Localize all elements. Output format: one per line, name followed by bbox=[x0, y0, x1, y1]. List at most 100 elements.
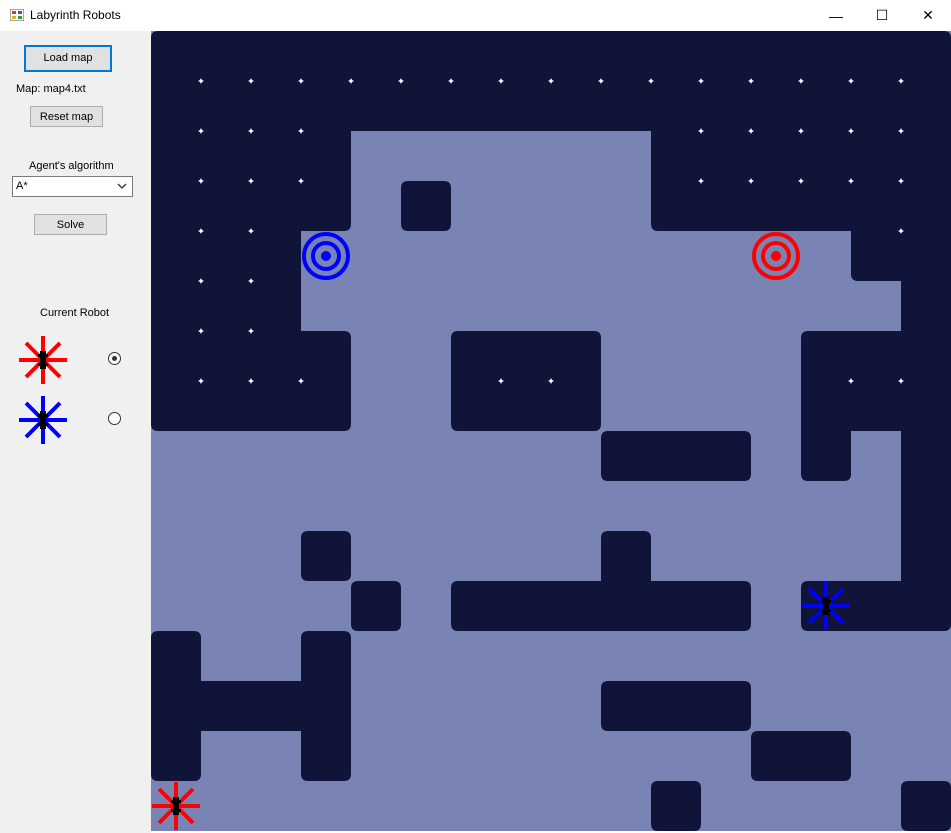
wall-cell bbox=[151, 31, 201, 81]
wall-cell bbox=[151, 81, 201, 131]
wall-cell bbox=[201, 131, 251, 181]
wall-cell bbox=[301, 731, 351, 781]
current-robot-label: Current Robot bbox=[40, 307, 110, 319]
algorithm-value: A* bbox=[16, 180, 28, 192]
wall-cell bbox=[501, 381, 551, 431]
map-name-label: Map: map4.txt bbox=[16, 83, 86, 95]
wall-cell bbox=[301, 381, 351, 431]
chevron-down-icon bbox=[117, 183, 127, 189]
wall-cell bbox=[851, 581, 901, 631]
algorithm-label: Agent's algorithm bbox=[29, 160, 114, 172]
wall-cell bbox=[701, 431, 751, 481]
wall-cell bbox=[651, 431, 701, 481]
wall-cell bbox=[851, 181, 901, 231]
wall-cell bbox=[351, 31, 401, 81]
wall-cell bbox=[201, 381, 251, 431]
wall-cell bbox=[801, 181, 851, 231]
wall-cell bbox=[251, 381, 301, 431]
maximize-icon: ☐ bbox=[875, 7, 889, 23]
close-button[interactable]: ✕ bbox=[905, 0, 951, 31]
wall-cell bbox=[451, 331, 501, 381]
wall-cell bbox=[301, 131, 351, 181]
robot-blue-radio[interactable] bbox=[108, 412, 121, 425]
labyrinth-map[interactable] bbox=[151, 31, 951, 831]
wall-cell bbox=[251, 131, 301, 181]
reset-map-button[interactable]: Reset map bbox=[30, 106, 103, 127]
window-title: Labyrinth Robots bbox=[30, 8, 121, 22]
wall-cell bbox=[901, 781, 951, 831]
wall-cell bbox=[251, 81, 301, 131]
wall-cell bbox=[301, 31, 351, 81]
wall-cell bbox=[401, 181, 451, 231]
wall-cell bbox=[901, 281, 951, 331]
wall-cell bbox=[601, 581, 651, 631]
solve-button[interactable]: Solve bbox=[34, 214, 107, 235]
wall-cell bbox=[251, 31, 301, 81]
wall-cell bbox=[601, 431, 651, 481]
wall-cell bbox=[901, 531, 951, 581]
wall-cell bbox=[901, 481, 951, 531]
wall-cell bbox=[651, 81, 701, 131]
wall-cell bbox=[601, 531, 651, 581]
blue-target-center bbox=[321, 251, 331, 261]
load-map-button[interactable]: Load map bbox=[24, 45, 112, 72]
wall-cell bbox=[401, 81, 451, 131]
wall-cell bbox=[901, 31, 951, 81]
wall-cell bbox=[701, 581, 751, 631]
wall-cell bbox=[151, 331, 201, 381]
wall-cell bbox=[201, 31, 251, 81]
wall-cell bbox=[751, 181, 801, 231]
wall-cell bbox=[701, 181, 751, 231]
wall-cell bbox=[301, 531, 351, 581]
wall-cell bbox=[901, 381, 951, 431]
wall-cell bbox=[701, 31, 751, 81]
wall-cell bbox=[601, 81, 651, 131]
wall-cell bbox=[551, 381, 601, 431]
red-robot-icon bbox=[19, 336, 67, 384]
wall-cell bbox=[251, 231, 301, 281]
wall-cell bbox=[251, 181, 301, 231]
wall-cell bbox=[651, 181, 701, 231]
red-robot-icon[interactable] bbox=[152, 782, 200, 830]
wall-cell bbox=[451, 381, 501, 431]
wall-cell bbox=[251, 281, 301, 331]
control-panel: Load map Map: map4.txt Reset map Agent's… bbox=[0, 31, 151, 833]
wall-cell bbox=[901, 131, 951, 181]
minimize-button[interactable]: — bbox=[813, 0, 859, 31]
wall-cell bbox=[851, 81, 901, 131]
wall-cell bbox=[501, 81, 551, 131]
wall-cell bbox=[551, 31, 601, 81]
wall-cell bbox=[351, 581, 401, 631]
wall-cell bbox=[551, 81, 601, 131]
wall-cell bbox=[151, 131, 201, 181]
wall-cell bbox=[701, 681, 751, 731]
wall-cell bbox=[801, 431, 851, 481]
maximize-button[interactable]: ☐ bbox=[859, 0, 905, 31]
wall-cell bbox=[401, 31, 451, 81]
wall-cell bbox=[301, 681, 351, 731]
robot-red-radio[interactable] bbox=[108, 352, 121, 365]
wall-cell bbox=[151, 231, 201, 281]
wall-cell bbox=[151, 631, 201, 681]
wall-cell bbox=[851, 31, 901, 81]
algorithm-select[interactable]: A* bbox=[12, 176, 133, 197]
wall-cell bbox=[901, 331, 951, 381]
blue-robot-icon[interactable] bbox=[802, 582, 850, 630]
wall-cell bbox=[151, 181, 201, 231]
wall-cell bbox=[201, 281, 251, 331]
wall-cell bbox=[501, 581, 551, 631]
wall-cell bbox=[751, 31, 801, 81]
wall-cell bbox=[751, 131, 801, 181]
wall-cell bbox=[801, 731, 851, 781]
wall-cell bbox=[701, 81, 751, 131]
wall-cell bbox=[501, 331, 551, 381]
wall-cell bbox=[801, 131, 851, 181]
wall-cell bbox=[251, 681, 301, 731]
wall-cell bbox=[201, 181, 251, 231]
wall-cell bbox=[801, 381, 851, 431]
wall-cell bbox=[801, 81, 851, 131]
wall-cell bbox=[801, 31, 851, 81]
wall-cell bbox=[301, 81, 351, 131]
wall-cell bbox=[151, 381, 201, 431]
wall-cell bbox=[801, 331, 851, 381]
